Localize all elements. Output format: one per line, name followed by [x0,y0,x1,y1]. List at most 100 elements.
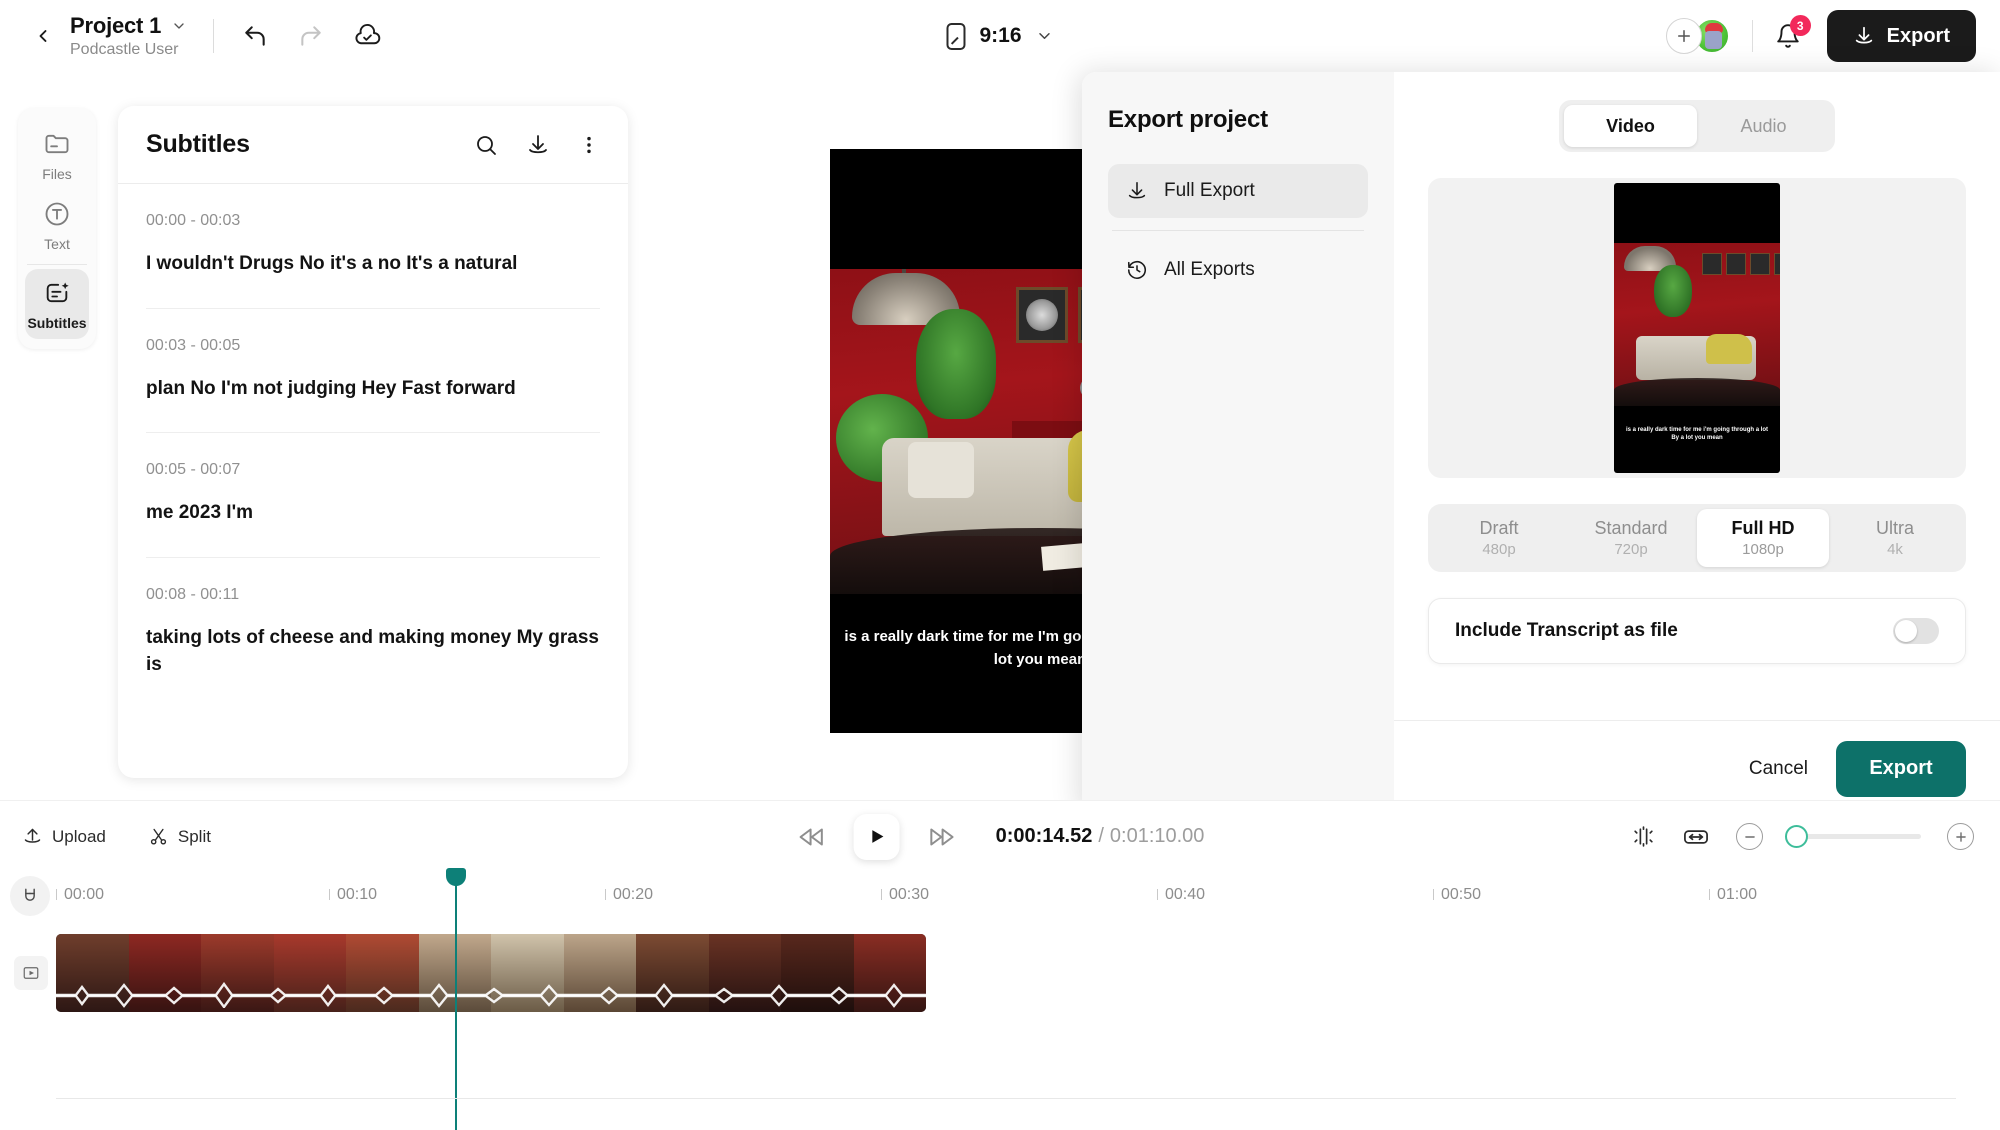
history-controls [240,21,382,51]
timeline-track-area [0,920,2000,1050]
playback-controls: 0:00:14.52/0:01:10.00 [796,813,1205,860]
quality-name: Draft [1479,518,1519,538]
subtitle-timestamp: 00:08 - 00:11 [146,585,240,603]
ruler-tick: 00:30 [880,886,930,903]
quality-resolution: 4k [1887,541,1903,558]
play-button[interactable] [853,813,900,860]
export-thumbnail: is a really dark time for me i'm going t… [1614,183,1780,473]
magnet-icon[interactable] [10,876,50,916]
zoom-in-button[interactable] [1947,823,1974,850]
download-icon[interactable] [526,133,550,157]
undo-icon[interactable] [240,21,270,51]
playhead[interactable] [446,868,466,1130]
redo-icon[interactable] [296,21,326,51]
history-clock-icon [1126,259,1148,281]
play-icon [867,827,886,846]
fast-forward-icon[interactable] [928,822,958,852]
video-clip[interactable] [56,934,926,1012]
collaborators [1665,18,1730,54]
subtitle-timestamp: 00:00 - 00:03 [146,212,241,229]
snap-icon[interactable] [1631,824,1656,849]
add-collaborator-button[interactable] [1665,18,1702,54]
upload-icon [22,826,43,847]
notifications-button[interactable]: 3 [1775,15,1811,49]
top-bar: Project 1 Podcastle User 9:16 3 Export [0,0,2000,72]
export-preview-box: is a really dark time for me i'm going t… [1428,178,1966,478]
tab-video[interactable]: Video [1564,105,1697,147]
sidebar-item-text[interactable]: Text [25,190,89,260]
ruler-ticks: 00:00 00:10 00:20 00:30 00:40 00:50 01:0… [55,886,2000,908]
aspect-ratio-selector[interactable]: 9:16 [946,22,1054,50]
sidebar-item-label: Files [42,166,72,182]
zoom-slider[interactable] [1785,825,1921,848]
nav-item-label: All Exports [1164,259,1255,280]
list-item[interactable]: 00:00 - 00:03 I wouldn't Drugs No it's a… [146,184,600,309]
cancel-button[interactable]: Cancel [1749,758,1808,780]
fit-to-screen-icon[interactable] [1682,823,1710,851]
quality-option-ultra[interactable]: Ultra 4k [1829,509,1961,567]
video-track-icon[interactable] [14,956,48,990]
quality-option-standard[interactable]: Standard 720p [1565,509,1697,567]
text-circle-icon [43,200,71,228]
search-icon[interactable] [474,133,498,157]
download-icon [1853,25,1875,47]
zoom-out-button[interactable] [1736,823,1763,850]
aspect-ratio-value: 9:16 [979,24,1022,47]
ruler-tick: 00:10 [328,886,378,903]
total-time: 0:01:10.00 [1109,825,1205,847]
timeline-zoom-controls [1631,823,1974,851]
include-transcript-toggle[interactable] [1893,618,1939,644]
split-label: Split [177,826,211,846]
ruler-tick: 01:00 [1708,886,1758,903]
quality-name: Full HD [1731,518,1795,538]
scissors-icon [148,826,169,847]
nav-item-full-export[interactable]: Full Export [1108,164,1368,218]
download-icon [1126,180,1148,202]
quality-option-draft[interactable]: Draft 480p [1433,509,1565,567]
audio-waveform [56,982,926,1008]
thumbnail-caption: is a really dark time for me i'm going t… [1625,426,1769,442]
nav-item-label: Full Export [1164,180,1255,201]
tab-audio[interactable]: Audio [1697,105,1830,147]
chevron-down-icon[interactable] [1036,27,1054,45]
chevron-down-icon[interactable] [171,18,187,34]
phone-icon [946,22,966,50]
ruler-tick: 00:20 [604,886,654,903]
page-title: Project 1 [70,13,162,38]
cloud-check-icon[interactable] [352,21,382,51]
rewind-icon[interactable] [796,822,826,852]
subtitle-text[interactable]: I wouldn't Drugs No it's a no It's a nat… [146,250,600,278]
nav-item-all-exports[interactable]: All Exports [1108,243,1368,297]
quality-resolution: 480p [1482,541,1516,558]
split-button[interactable]: Split [148,826,211,847]
more-vertical-icon[interactable] [578,134,600,156]
sidebar-item-subtitles[interactable]: Subtitles [25,269,89,339]
include-transcript-row: Include Transcript as file [1428,598,1966,664]
subtitle-text[interactable]: plan No I'm not judging Hey Fast forward [146,375,600,403]
media-type-tabs: Video Audio [1559,100,1835,152]
list-item[interactable]: 00:03 - 00:05 plan No I'm not judging He… [146,309,600,434]
sidebar-item-files[interactable]: Files [25,120,89,190]
export-button-label: Export [1886,24,1950,47]
confirm-export-button[interactable]: Export [1836,740,1966,797]
subtitles-title: Subtitles [146,130,250,158]
divider [1751,20,1753,52]
project-info: Project 1 Podcastle User [70,13,187,59]
quality-name: Ultra [1875,518,1914,538]
current-time: 0:00:14.52 [995,825,1093,847]
subtitle-text[interactable]: me 2023 I'm [146,499,600,527]
list-item[interactable]: 00:05 - 00:07 me 2023 I'm [146,433,600,558]
export-modal-sidebar: Export project Full Export All Exports [1082,72,1394,816]
list-item[interactable]: 00:08 - 00:11 taking lots of cheese and … [146,558,600,709]
upload-button[interactable]: Upload [22,826,106,847]
timeline-ruler[interactable]: 00:00 00:10 00:20 00:30 00:40 00:50 01:0… [0,872,2000,920]
quality-option-full-hd[interactable]: Full HD 1080p [1697,509,1829,567]
back-button[interactable] [26,19,60,53]
subtitle-text[interactable]: taking lots of cheese and making money M… [146,624,600,679]
subtitles-list[interactable]: 00:00 - 00:03 I wouldn't Drugs No it's a… [118,184,628,778]
export-button[interactable]: Export [1826,10,1976,62]
export-modal: Export project Full Export All Exports V… [1082,72,2000,816]
quality-selector: Draft 480p Standard 720p Full HD 1080p U… [1428,504,1966,572]
zoom-slider-handle[interactable] [1785,825,1808,848]
time-separator: / [1098,825,1104,847]
